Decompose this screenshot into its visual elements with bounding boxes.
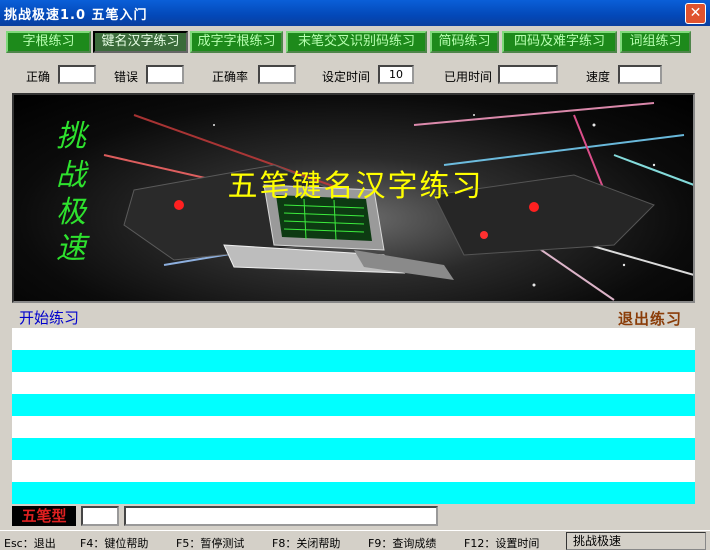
banner-vertical-char: 速: [56, 231, 86, 266]
status-hint-f12: F12：设置时间: [464, 537, 540, 550]
used-time-field: [498, 65, 558, 84]
tab-phrase-practice[interactable]: 词组练习: [620, 31, 691, 53]
correct-field: [58, 65, 96, 84]
status-hint-f4: F4：键位帮助: [80, 537, 149, 550]
tab-key-name-char-practice[interactable]: 键名汉字练习: [93, 31, 188, 53]
tab-four-code-practice[interactable]: 四码及难字练习: [502, 31, 617, 53]
practice-input-line[interactable]: [12, 350, 695, 372]
banner-vertical-char: 挑: [56, 119, 86, 154]
set-time-field[interactable]: 10: [378, 65, 414, 84]
practice-input-line[interactable]: [12, 438, 695, 460]
status-hint-f8: F8：关闭帮助: [272, 537, 341, 550]
input-mode-badge: 五笔型: [12, 506, 76, 526]
status-bar: Esc：退出 F4：键位帮助 F5：暂停测试 F8：关闭帮助 F9：查询成绩 F…: [0, 530, 710, 550]
speed-field: [618, 65, 662, 84]
correct-label: 正确: [26, 70, 51, 84]
start-practice-button[interactable]: 开始练习: [19, 307, 79, 328]
title-bar: 挑战极速1.0 五笔入门 ✕: [0, 0, 710, 26]
tab-last-stroke-code-practice[interactable]: 末笔交叉识别码练习: [286, 31, 427, 53]
practice-text-line: [12, 416, 695, 438]
close-button[interactable]: ✕: [685, 3, 706, 24]
speed-label: 速度: [586, 70, 611, 84]
set-time-label: 设定时间: [322, 70, 371, 84]
practice-tab-bar: 字根练习 键名汉字练习 成字字根练习 末笔交叉识别码练习 简码练习 四码及难字练…: [0, 27, 710, 57]
practice-input-line[interactable]: [12, 394, 695, 416]
practice-input-line[interactable]: [12, 482, 695, 504]
tab-short-code-practice[interactable]: 简码练习: [430, 31, 499, 53]
banner-title: 五笔键名汉字练习: [227, 169, 484, 204]
close-icon: ✕: [689, 5, 702, 21]
hint-field[interactable]: [124, 506, 438, 526]
status-app-name: 挑战极速: [566, 532, 706, 550]
input-row: 五笔型: [0, 505, 710, 527]
tab-radical-practice[interactable]: 字根练习: [6, 31, 91, 53]
used-time-label: 已用时间: [444, 70, 493, 84]
practice-area[interactable]: [12, 328, 695, 504]
practice-text-line: [12, 328, 695, 350]
window-title: 挑战极速1.0 五笔入门: [4, 8, 148, 23]
status-hint-esc: Esc：退出: [4, 537, 56, 550]
error-field: [146, 65, 184, 84]
practice-text-line: [12, 372, 695, 394]
status-hint-f9: F9：查询成绩: [368, 537, 437, 550]
code-field[interactable]: [81, 506, 119, 526]
stats-row: 正确 错误 正确率 设定时间 10 已用时间 速度: [0, 60, 710, 90]
accuracy-field: [258, 65, 296, 84]
accuracy-label: 正确率: [212, 70, 249, 84]
practice-text-line: [12, 460, 695, 482]
tab-char-radical-practice[interactable]: 成字字根练习: [190, 31, 283, 53]
error-label: 错误: [114, 70, 139, 84]
quit-practice-button[interactable]: 退出练习: [618, 308, 682, 329]
banner-image: 挑 战 极 速 五笔键名汉字练习: [12, 93, 695, 303]
status-hint-f5: F5：暂停测试: [176, 537, 245, 550]
